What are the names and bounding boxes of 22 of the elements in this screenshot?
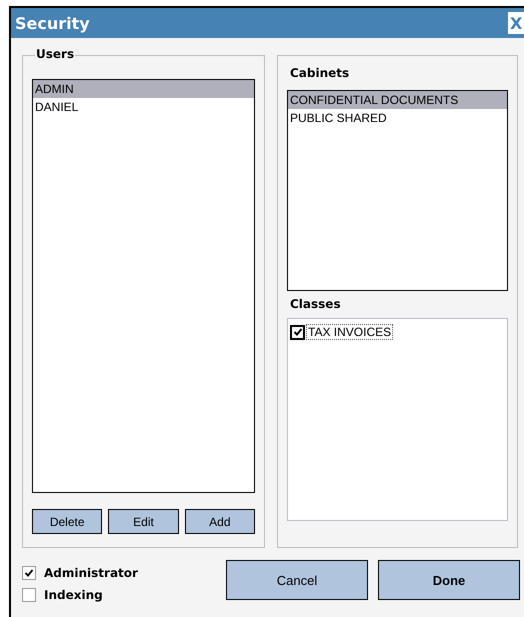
list-item[interactable]: PUBLIC SHARED — [288, 109, 507, 127]
section-title: Cabinets — [289, 65, 350, 82]
section-title: Classes — [289, 296, 342, 313]
checkbox[interactable] — [22, 566, 36, 580]
checkbox-label: Indexing — [44, 588, 103, 602]
check-icon — [24, 568, 34, 578]
action-button[interactable]: Edit — [108, 509, 179, 534]
done-button[interactable]: Done — [378, 560, 520, 600]
checkbox[interactable] — [290, 324, 305, 340]
list-item[interactable]: DANIEL — [33, 98, 254, 116]
close-button[interactable]: X — [508, 12, 524, 34]
cancel-button[interactable]: Cancel — [226, 560, 368, 600]
group-title: Users — [35, 47, 76, 61]
checkbox-label: Administrator — [44, 566, 138, 580]
class-label[interactable]: TAX INVOICES — [306, 324, 394, 340]
checkbox[interactable] — [22, 588, 36, 602]
check-icon — [292, 327, 302, 337]
list-item[interactable]: CONFIDENTIAL DOCUMENTS — [288, 91, 507, 109]
list-item[interactable]: ADMIN — [33, 80, 254, 98]
action-button[interactable]: Delete — [32, 509, 102, 534]
window-title: Security — [15, 14, 90, 32]
action-button[interactable]: Add — [184, 509, 255, 534]
